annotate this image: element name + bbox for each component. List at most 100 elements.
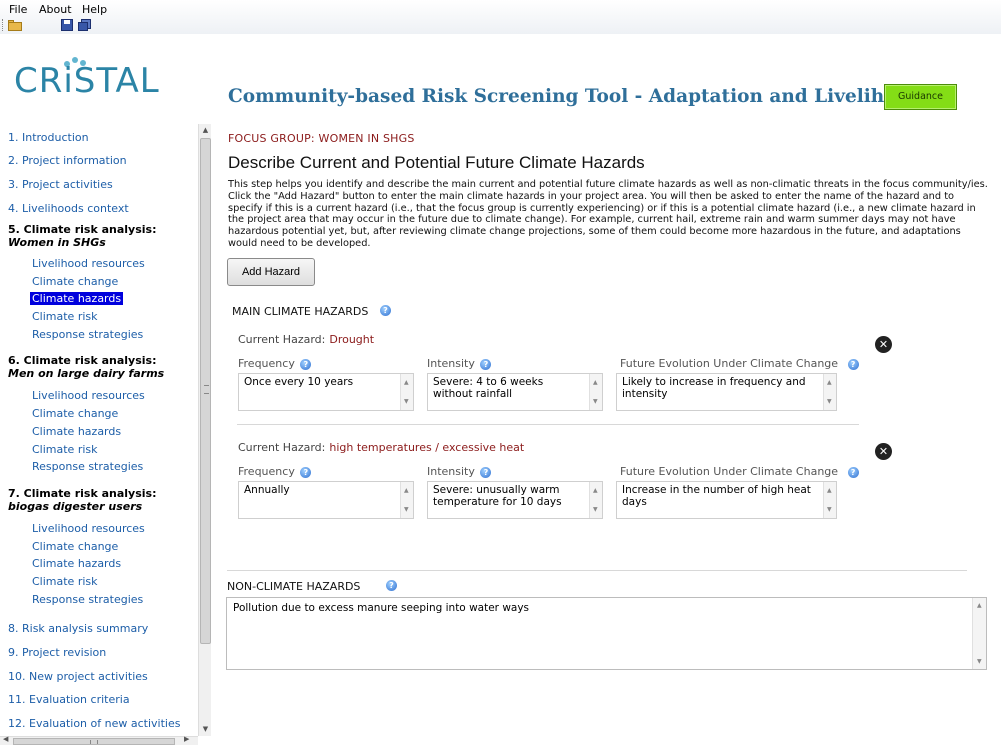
intensity-label-text: Intensity (427, 357, 475, 370)
nav-evaluation-criteria[interactable]: 11. Evaluation criteria (8, 693, 130, 706)
nav-section-women-in-shgs[interactable]: 5. Climate risk analysis: Women in SHGs (8, 223, 156, 249)
frequency-value: Annually (244, 484, 290, 496)
nav-new-project-activities[interactable]: 10. New project activities (8, 670, 148, 683)
nav-response-strategies-2[interactable]: Response strategies (32, 460, 143, 473)
intensity-field[interactable]: Severe: 4 to 6 weeks without rainfall ▲ ▼ (427, 373, 603, 411)
nav-climate-hazards-1[interactable]: Climate hazards (30, 292, 124, 305)
nav-section-men-dairy[interactable]: 6. Climate risk analysis: Men on large d… (8, 354, 164, 380)
future-value: Likely to increase in frequency and inte… (622, 376, 806, 400)
nav-evaluation-new-activities[interactable]: 12. Evaluation of new activities (8, 717, 180, 730)
sidebar-vertical-scrollbar[interactable]: ▲ ▼ (198, 124, 211, 736)
future-label-text: Future Evolution Under Climate Change (620, 465, 839, 478)
menu-bar: File About Help (0, 0, 1001, 34)
nav-livelihoods-context[interactable]: 4. Livelihoods context (8, 202, 129, 215)
frequency-label: Frequency ? (238, 357, 312, 370)
add-hazard-button[interactable]: Add Hazard (227, 258, 315, 286)
scroll-thumb[interactable] (200, 138, 211, 644)
nav-livelihood-resources-2[interactable]: Livelihood resources (32, 389, 145, 402)
frequency-field[interactable]: Annually ▲ ▼ (238, 481, 414, 519)
help-info-icon[interactable]: ? (380, 305, 391, 316)
hazard-name: high temperatures / excessive heat (329, 441, 525, 454)
future-label-text: Future Evolution Under Climate Change (620, 357, 839, 370)
frequency-label-text: Frequency (238, 357, 295, 370)
hazard-title: Current Hazard: high temperatures / exces… (238, 441, 524, 454)
future-evolution-label: Future Evolution Under Climate Change ? (620, 357, 859, 370)
intensity-value: Severe: unusually warm temperature for 1… (433, 484, 562, 508)
help-info-icon[interactable]: ? (480, 466, 492, 478)
nav-response-strategies-3[interactable]: Response strategies (32, 593, 143, 606)
section-group-name: Women in SHGs (8, 236, 106, 249)
nav-climate-risk-1[interactable]: Climate risk (32, 310, 98, 323)
future-evolution-field[interactable]: Increase in the number of high heat days… (616, 481, 837, 519)
hazard-name: Drought (329, 333, 375, 346)
app-title: Community-based Risk Screening Tool - Ad… (228, 86, 933, 107)
nav-livelihood-resources-3[interactable]: Livelihood resources (32, 522, 145, 535)
menu-help[interactable]: Help (82, 3, 107, 16)
sidebar-nav: 1. Introduction 2. Project information 3… (0, 126, 212, 736)
help-info-icon[interactable]: ? (847, 358, 859, 370)
nav-climate-hazards-2[interactable]: Climate hazards (32, 425, 121, 438)
scroll-thumb-horizontal[interactable] (13, 738, 175, 745)
scroll-left-icon[interactable]: ◀ (3, 735, 8, 743)
frequency-field[interactable]: Once every 10 years ▲ ▼ (238, 373, 414, 411)
save-icon[interactable] (60, 19, 74, 31)
nav-response-strategies-1[interactable]: Response strategies (32, 328, 143, 341)
intensity-label: Intensity ? (427, 357, 492, 370)
non-climate-hazards-heading: NON-CLIMATE HAZARDS (227, 580, 361, 593)
nav-section-biogas[interactable]: 7. Climate risk analysis: biogas digeste… (8, 487, 156, 513)
nav-livelihood-resources-1[interactable]: Livelihood resources (32, 257, 145, 270)
help-info-icon[interactable]: ? (300, 466, 312, 478)
hazard-card: Current Hazard: Drought Frequency ? Inten… (237, 333, 861, 433)
future-evolution-field[interactable]: Likely to increase in frequency and inte… (616, 373, 837, 411)
nav-introduction[interactable]: 1. Introduction (8, 131, 89, 144)
help-info-icon[interactable]: ? (386, 580, 397, 591)
main-hazards-heading: MAIN CLIMATE HAZARDS (232, 305, 369, 318)
toolbar-grip (2, 19, 4, 31)
intro-paragraph: This step helps you identify and describ… (228, 179, 988, 249)
intensity-label: Intensity ? (427, 465, 492, 478)
frequency-value: Once every 10 years (244, 376, 354, 388)
nav-climate-change-2[interactable]: Climate change (32, 407, 118, 420)
nav-project-information[interactable]: 2. Project information (8, 154, 127, 167)
sidebar-horizontal-scrollbar[interactable]: ◀ ▶ (0, 735, 198, 745)
help-info-icon[interactable]: ? (480, 358, 492, 370)
scroll-down-icon[interactable]: ▼ (199, 723, 212, 736)
nav-climate-hazards-3[interactable]: Climate hazards (32, 557, 121, 570)
scroll-right-icon[interactable]: ▶ (184, 735, 189, 743)
future-evolution-label: Future Evolution Under Climate Change ? (620, 465, 859, 478)
hazard-card: Current Hazard: high temperatures / exces… (237, 441, 861, 541)
nav-climate-change-3[interactable]: Climate change (32, 540, 118, 553)
nav-project-activities[interactable]: 3. Project activities (8, 178, 113, 191)
menu-about[interactable]: About (39, 3, 72, 16)
focus-group-label: FOCUS GROUP: WOMEN IN SHGS (228, 132, 415, 145)
save-all-icon[interactable] (78, 19, 92, 31)
current-hazard-label: Current Hazard: (238, 441, 326, 454)
intensity-value: Severe: 4 to 6 weeks without rainfall (433, 376, 544, 400)
page-title: Describe Current and Potential Future Cl… (228, 153, 645, 172)
guidance-button[interactable]: Guidance (884, 84, 957, 110)
current-hazard-label: Current Hazard: (238, 333, 326, 346)
menu-file[interactable]: File (9, 3, 27, 16)
help-info-icon[interactable]: ? (847, 466, 859, 478)
app-logo: CRiSTAL (14, 61, 160, 101)
section-label: 7. Climate risk analysis: (8, 487, 157, 500)
section-group-name: biogas digester users (8, 500, 143, 513)
delete-hazard-icon[interactable]: ✕ (875, 336, 892, 353)
non-climate-value: Pollution due to excess manure seeping i… (233, 602, 530, 614)
scroll-up-icon[interactable]: ▲ (199, 124, 212, 137)
open-folder-icon[interactable] (8, 19, 22, 31)
help-info-icon[interactable]: ? (300, 358, 312, 370)
nav-project-revision[interactable]: 9. Project revision (8, 646, 106, 659)
nav-risk-analysis-summary[interactable]: 8. Risk analysis summary (8, 622, 148, 635)
nav-climate-risk-2[interactable]: Climate risk (32, 443, 98, 456)
intensity-label-text: Intensity (427, 465, 475, 478)
delete-hazard-icon[interactable]: ✕ (875, 443, 892, 460)
section-group-name: Men on large dairy farms (8, 367, 165, 380)
non-climate-hazards-field[interactable]: Pollution due to excess manure seeping i… (226, 597, 987, 670)
nav-climate-risk-3[interactable]: Climate risk (32, 575, 98, 588)
nav-climate-change-1[interactable]: Climate change (32, 275, 118, 288)
section-label: 5. Climate risk analysis: (8, 223, 157, 236)
frequency-label: Frequency ? (238, 465, 312, 478)
intensity-field[interactable]: Severe: unusually warm temperature for 1… (427, 481, 603, 519)
section-divider (227, 570, 967, 571)
